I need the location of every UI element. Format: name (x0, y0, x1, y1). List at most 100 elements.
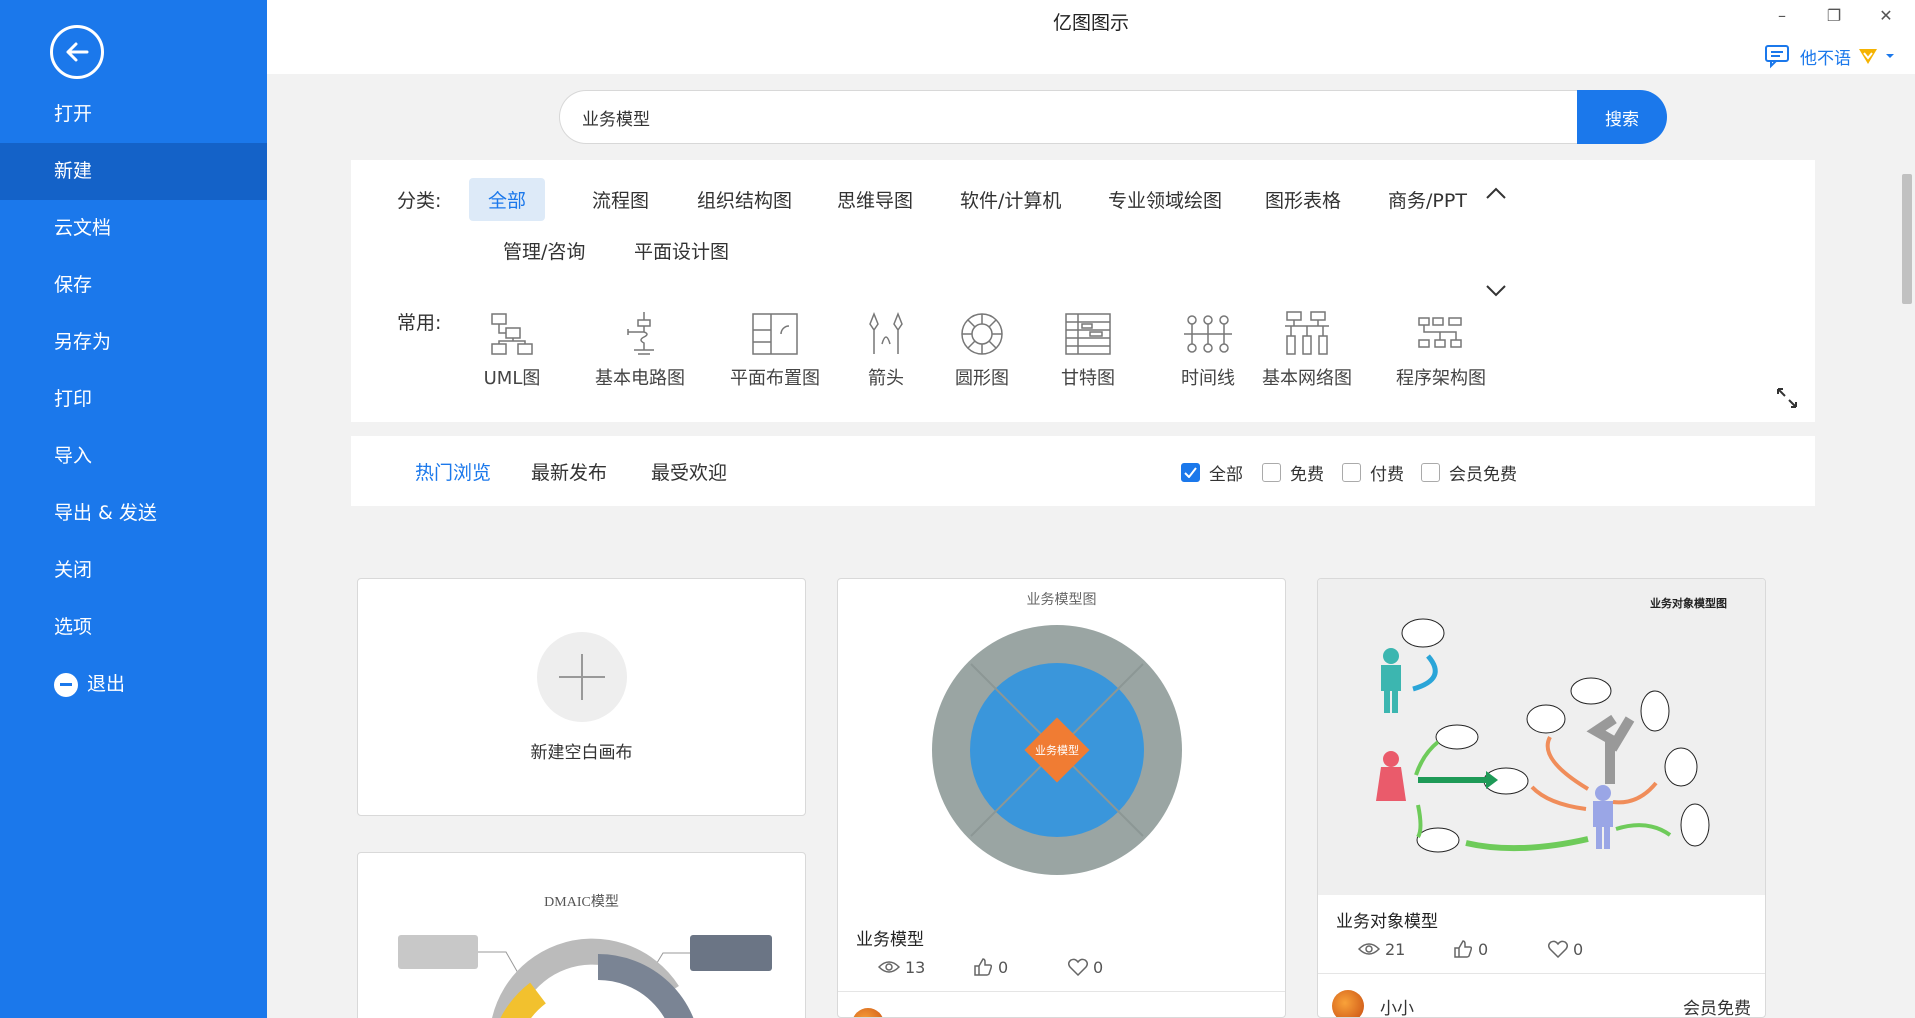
template-card-business-model[interactable]: 业务模型图 业务模型 业务模型 13 0 0 小 (837, 578, 1286, 1018)
category-software[interactable]: 软件/计算机 (941, 178, 1080, 221)
floorplan-icon (749, 310, 801, 358)
sidebar-item-label: 保存 (54, 274, 93, 296)
checkbox-checked-icon (1181, 463, 1200, 482)
sidebar: 打开 新建 云文档 保存 另存为 打印 导入 导出 & 发送 关闭 选项 退出 (0, 0, 267, 1018)
sidebar-item-new[interactable]: 新建 (0, 143, 267, 200)
scrollbar[interactable] (1899, 74, 1915, 1018)
category-management[interactable]: 管理/咨询 (484, 229, 604, 272)
scrollbar-thumb[interactable] (1902, 174, 1912, 304)
views-stat: 21 (1358, 939, 1453, 959)
collapse-chevron-icon[interactable] (1485, 184, 1507, 205)
common-item-network[interactable]: 基本网络图 (1255, 310, 1359, 390)
close-button[interactable]: ✕ (1875, 6, 1897, 25)
thumbs-up-icon (974, 958, 993, 976)
filter-paid[interactable]: 付费 (1342, 460, 1404, 485)
category-mind-map[interactable]: 思维导图 (818, 178, 932, 221)
filter-member-free[interactable]: 会员免费 (1421, 460, 1517, 485)
common-label: 常用: (397, 312, 442, 334)
network-icon (1281, 310, 1333, 358)
favorites-stat[interactable]: 0 (1068, 957, 1163, 977)
sidebar-item-export[interactable]: 导出 & 发送 (0, 485, 267, 542)
card-footer: 小小 免费 (838, 991, 1285, 1017)
category-flowchart[interactable]: 流程图 (573, 178, 668, 221)
sidebar-item-label: 导出 & 发送 (54, 502, 157, 524)
sidebar-item-exit[interactable]: 退出 (0, 656, 267, 713)
tab-hot[interactable]: 热门浏览 (415, 458, 491, 485)
template-card-business-object-model[interactable]: 业务对象模型图 业务对象模型 21 0 0 小小 会员免费 (1317, 578, 1766, 1018)
likes-count: 0 (1478, 939, 1489, 959)
common-item-label: 时间线 (1181, 368, 1235, 389)
category-business-ppt[interactable]: 商务/PPT (1369, 178, 1486, 221)
sidebar-item-label: 选项 (54, 616, 93, 638)
resize-icon[interactable] (1775, 386, 1799, 414)
minus-circle-icon (54, 672, 78, 697)
arrow-left-icon (66, 42, 89, 62)
favorites-stat[interactable]: 0 (1548, 939, 1643, 959)
avatar[interactable] (852, 1008, 884, 1017)
template-card-dmaic[interactable]: DMAIC模型 (357, 852, 806, 1018)
sidebar-item-cloud[interactable]: 云文档 (0, 200, 267, 257)
program-structure-icon (1415, 310, 1467, 358)
category-professional[interactable]: 专业领域绘图 (1089, 178, 1241, 221)
common-item-uml[interactable]: UML图 (479, 310, 545, 390)
category-org-chart[interactable]: 组织结构图 (678, 178, 811, 221)
card-footer: 小小 会员免费 (1318, 973, 1765, 1018)
common-item-circle[interactable]: 圆形图 (947, 310, 1017, 390)
search-input[interactable] (559, 90, 1577, 144)
author-name[interactable]: 小小 (900, 1012, 934, 1017)
tab-popular[interactable]: 最受欢迎 (651, 458, 727, 485)
common-item-label: 基本电路图 (595, 368, 685, 389)
category-label: 分类: (397, 190, 442, 212)
main-content: 搜索 分类: 全部 流程图 组织结构图 思维导图 软件/计算机 专业领域绘图 图… (267, 74, 1915, 1018)
avatar[interactable] (1332, 990, 1364, 1017)
expand-chevron-icon[interactable] (1485, 282, 1507, 303)
sidebar-item-close[interactable]: 关闭 (0, 542, 267, 599)
price-badge: 会员免费 (1683, 999, 1751, 1018)
center-label: 业务模型 (1035, 743, 1079, 757)
common-item-arrows[interactable]: 箭头 (860, 310, 912, 390)
heart-icon (1068, 958, 1088, 976)
sidebar-item-save[interactable]: 保存 (0, 257, 267, 314)
heart-icon (1548, 940, 1568, 958)
category-all[interactable]: 全部 (469, 178, 546, 221)
common-item-label: UML图 (483, 368, 541, 389)
sidebar-item-options[interactable]: 选项 (0, 599, 267, 656)
common-item-label: 基本网络图 (1262, 368, 1352, 389)
author-name[interactable]: 小小 (1380, 994, 1414, 1017)
common-item-circuit[interactable]: 基本电路图 (588, 310, 692, 390)
sidebar-item-label: 打印 (54, 388, 93, 410)
back-button[interactable] (50, 25, 104, 79)
likes-stat[interactable]: 0 (973, 957, 1068, 977)
common-item-gantt[interactable]: 甘特图 (1055, 310, 1121, 390)
filter-all[interactable]: 全部 (1181, 460, 1243, 485)
sidebar-item-label: 导入 (54, 445, 93, 467)
new-blank-canvas-card[interactable]: 新建空白画布 (357, 578, 806, 816)
minimize-button[interactable]: – (1771, 6, 1793, 25)
sidebar-item-print[interactable]: 打印 (0, 371, 267, 428)
likes-count: 0 (998, 957, 1009, 977)
tab-latest[interactable]: 最新发布 (531, 458, 607, 485)
views-count: 21 (1385, 939, 1406, 959)
sidebar-item-import[interactable]: 导入 (0, 428, 267, 485)
sidebar-item-label: 打开 (54, 103, 93, 125)
likes-stat[interactable]: 0 (1453, 939, 1548, 959)
common-item-timeline[interactable]: 时间线 (1175, 310, 1241, 390)
user-menu[interactable]: 他不语 (1764, 43, 1895, 69)
app-title: 亿图图示 (1052, 12, 1129, 34)
common-item-floorplan[interactable]: 平面布置图 (723, 310, 827, 390)
common-item-program[interactable]: 程序架构图 (1389, 310, 1493, 390)
filter-label: 全部 (1209, 465, 1243, 485)
checkbox-icon (1342, 463, 1361, 482)
sidebar-item-open[interactable]: 打开 (0, 86, 267, 143)
restore-button[interactable]: ❐ (1823, 6, 1845, 25)
filter-free[interactable]: 免费 (1262, 460, 1324, 485)
card-title: 业务模型 (856, 930, 924, 950)
sidebar-item-label: 新建 (54, 160, 93, 182)
category-graphic-table[interactable]: 图形表格 (1246, 178, 1360, 221)
thumbnail-title: 业务模型图 (1026, 592, 1097, 608)
category-graphic-design[interactable]: 平面设计图 (615, 229, 748, 272)
caret-down-icon (1886, 54, 1894, 58)
sidebar-item-save-as[interactable]: 另存为 (0, 314, 267, 371)
search-button[interactable]: 搜索 (1577, 90, 1667, 144)
sidebar-menu: 打开 新建 云文档 保存 另存为 打印 导入 导出 & 发送 关闭 选项 退出 (0, 86, 267, 713)
